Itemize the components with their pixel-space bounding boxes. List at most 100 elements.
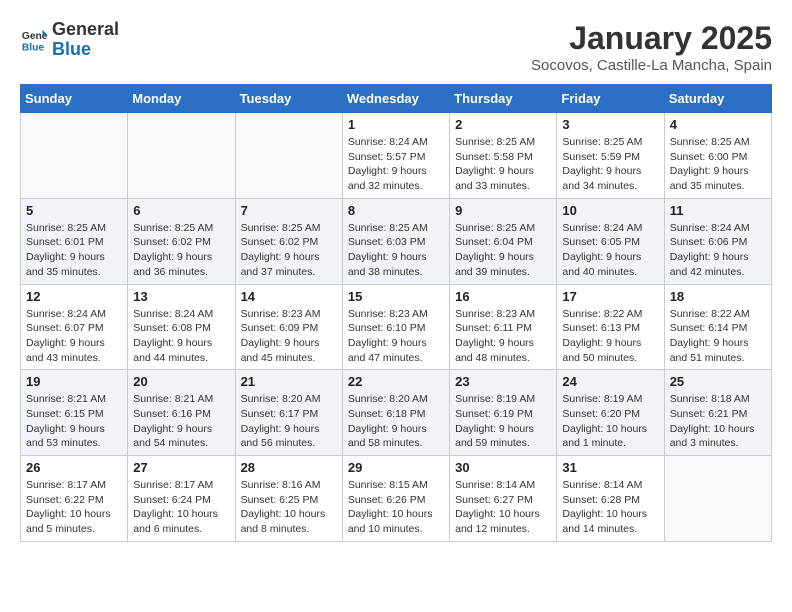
calendar-cell: 6 Sunrise: 8:25 AM Sunset: 6:02 PM Daylig…: [128, 198, 235, 284]
logo-general: General: [52, 20, 119, 40]
day-number: 31: [562, 460, 658, 475]
calendar-title: January 2025: [531, 20, 772, 57]
day-number: 12: [26, 289, 122, 304]
day-number: 14: [241, 289, 337, 304]
calendar-week-5: 26 Sunrise: 8:17 AM Sunset: 6:22 PM Dayli…: [21, 456, 772, 542]
weekday-header-saturday: Saturday: [664, 85, 771, 113]
calendar-cell: 21 Sunrise: 8:20 AM Sunset: 6:17 PM Dayli…: [235, 370, 342, 456]
day-number: 16: [455, 289, 551, 304]
calendar-cell: 12 Sunrise: 8:24 AM Sunset: 6:07 PM Dayli…: [21, 284, 128, 370]
day-number: 27: [133, 460, 229, 475]
calendar-cell: 15 Sunrise: 8:23 AM Sunset: 6:10 PM Dayli…: [342, 284, 449, 370]
calendar-cell: 18 Sunrise: 8:22 AM Sunset: 6:14 PM Dayli…: [664, 284, 771, 370]
calendar-cell: 7 Sunrise: 8:25 AM Sunset: 6:02 PM Daylig…: [235, 198, 342, 284]
day-number: 9: [455, 203, 551, 218]
calendar-week-2: 5Sunrise: 8:25 AM Sunset: 6:01 PM Daylig…: [21, 198, 772, 284]
day-info: Sunrise: 8:23 AM Sunset: 6:09 PM Dayligh…: [241, 307, 337, 366]
logo-blue: Blue: [52, 40, 119, 60]
day-info: Sunrise: 8:25 AM Sunset: 6:02 PM Dayligh…: [133, 221, 229, 280]
day-info: Sunrise: 8:14 AM Sunset: 6:27 PM Dayligh…: [455, 478, 551, 537]
day-info: Sunrise: 8:21 AM Sunset: 6:15 PM Dayligh…: [26, 392, 122, 451]
calendar-week-4: 19 Sunrise: 8:21 AM Sunset: 6:15 PM Dayli…: [21, 370, 772, 456]
day-info: Sunrise: 8:25 AM Sunset: 6:02 PM Dayligh…: [241, 221, 337, 280]
calendar-cell: [21, 113, 128, 199]
day-info: Sunrise: 8:15 AM Sunset: 6:26 PM Dayligh…: [348, 478, 444, 537]
day-number: 25: [670, 374, 766, 389]
weekday-header-sunday: Sunday: [21, 85, 128, 113]
calendar-cell: 20 Sunrise: 8:21 AM Sunset: 6:16 PM Dayli…: [128, 370, 235, 456]
calendar-cell: 1Sunrise: 8:24 AM Sunset: 5:57 PM Daylig…: [342, 113, 449, 199]
day-number: 21: [241, 374, 337, 389]
day-number: 22: [348, 374, 444, 389]
day-number: 19: [26, 374, 122, 389]
calendar-cell: [664, 456, 771, 542]
calendar-cell: [128, 113, 235, 199]
calendar-cell: 10 Sunrise: 8:24 AM Sunset: 6:05 PM Dayli…: [557, 198, 664, 284]
logo-icon: General Blue: [20, 26, 48, 54]
day-info: Sunrise: 8:18 AM Sunset: 6:21 PM Dayligh…: [670, 392, 766, 451]
day-info: Sunrise: 8:19 AM Sunset: 6:20 PM Dayligh…: [562, 392, 658, 451]
calendar-cell: 9 Sunrise: 8:25 AM Sunset: 6:04 PM Daylig…: [450, 198, 557, 284]
day-number: 5: [26, 203, 122, 218]
calendar-cell: 5Sunrise: 8:25 AM Sunset: 6:01 PM Daylig…: [21, 198, 128, 284]
calendar-cell: 3 Sunrise: 8:25 AM Sunset: 5:59 PM Daylig…: [557, 113, 664, 199]
day-number: 3: [562, 117, 658, 132]
day-info: Sunrise: 8:17 AM Sunset: 6:22 PM Dayligh…: [26, 478, 122, 537]
day-info: Sunrise: 8:22 AM Sunset: 6:13 PM Dayligh…: [562, 307, 658, 366]
day-number: 29: [348, 460, 444, 475]
day-info: Sunrise: 8:21 AM Sunset: 6:16 PM Dayligh…: [133, 392, 229, 451]
calendar-body: 1Sunrise: 8:24 AM Sunset: 5:57 PM Daylig…: [21, 113, 772, 542]
calendar-cell: 31Sunrise: 8:14 AM Sunset: 6:28 PM Dayli…: [557, 456, 664, 542]
day-info: Sunrise: 8:20 AM Sunset: 6:17 PM Dayligh…: [241, 392, 337, 451]
calendar-cell: 26 Sunrise: 8:17 AM Sunset: 6:22 PM Dayli…: [21, 456, 128, 542]
calendar-cell: [235, 113, 342, 199]
day-info: Sunrise: 8:22 AM Sunset: 6:14 PM Dayligh…: [670, 307, 766, 366]
day-info: Sunrise: 8:25 AM Sunset: 6:00 PM Dayligh…: [670, 135, 766, 194]
calendar-cell: 24 Sunrise: 8:19 AM Sunset: 6:20 PM Dayli…: [557, 370, 664, 456]
calendar-header: SundayMondayTuesdayWednesdayThursdayFrid…: [21, 85, 772, 113]
calendar-week-3: 12 Sunrise: 8:24 AM Sunset: 6:07 PM Dayli…: [21, 284, 772, 370]
weekday-header-tuesday: Tuesday: [235, 85, 342, 113]
day-info: Sunrise: 8:24 AM Sunset: 6:05 PM Dayligh…: [562, 221, 658, 280]
day-info: Sunrise: 8:25 AM Sunset: 6:04 PM Dayligh…: [455, 221, 551, 280]
day-info: Sunrise: 8:24 AM Sunset: 6:06 PM Dayligh…: [670, 221, 766, 280]
day-number: 30: [455, 460, 551, 475]
day-number: 20: [133, 374, 229, 389]
day-number: 8: [348, 203, 444, 218]
calendar-cell: 2 Sunrise: 8:25 AM Sunset: 5:58 PM Daylig…: [450, 113, 557, 199]
day-info: Sunrise: 8:25 AM Sunset: 5:58 PM Dayligh…: [455, 135, 551, 194]
day-number: 2: [455, 117, 551, 132]
calendar-cell: 29 Sunrise: 8:15 AM Sunset: 6:26 PM Dayli…: [342, 456, 449, 542]
calendar-cell: 11 Sunrise: 8:24 AM Sunset: 6:06 PM Dayli…: [664, 198, 771, 284]
calendar-table: SundayMondayTuesdayWednesdayThursdayFrid…: [20, 84, 772, 542]
day-info: Sunrise: 8:23 AM Sunset: 6:10 PM Dayligh…: [348, 307, 444, 366]
day-info: Sunrise: 8:25 AM Sunset: 5:59 PM Dayligh…: [562, 135, 658, 194]
calendar-cell: 19 Sunrise: 8:21 AM Sunset: 6:15 PM Dayli…: [21, 370, 128, 456]
day-number: 4: [670, 117, 766, 132]
calendar-cell: 30 Sunrise: 8:14 AM Sunset: 6:27 PM Dayli…: [450, 456, 557, 542]
calendar-cell: 13Sunrise: 8:24 AM Sunset: 6:08 PM Dayli…: [128, 284, 235, 370]
day-number: 10: [562, 203, 658, 218]
day-number: 17: [562, 289, 658, 304]
weekday-header-wednesday: Wednesday: [342, 85, 449, 113]
day-number: 24: [562, 374, 658, 389]
calendar-cell: 27 Sunrise: 8:17 AM Sunset: 6:24 PM Dayli…: [128, 456, 235, 542]
day-number: 6: [133, 203, 229, 218]
calendar-cell: 25 Sunrise: 8:18 AM Sunset: 6:21 PM Dayli…: [664, 370, 771, 456]
title-block: January 2025 Socovos, Castille-La Mancha…: [531, 20, 772, 74]
day-number: 13: [133, 289, 229, 304]
day-number: 18: [670, 289, 766, 304]
day-number: 1: [348, 117, 444, 132]
calendar-cell: 14 Sunrise: 8:23 AM Sunset: 6:09 PM Dayli…: [235, 284, 342, 370]
day-info: Sunrise: 8:23 AM Sunset: 6:11 PM Dayligh…: [455, 307, 551, 366]
day-number: 28: [241, 460, 337, 475]
weekday-header-monday: Monday: [128, 85, 235, 113]
day-info: Sunrise: 8:24 AM Sunset: 6:07 PM Dayligh…: [26, 307, 122, 366]
weekday-header-friday: Friday: [557, 85, 664, 113]
day-number: 11: [670, 203, 766, 218]
day-number: 7: [241, 203, 337, 218]
calendar-cell: 17 Sunrise: 8:22 AM Sunset: 6:13 PM Dayli…: [557, 284, 664, 370]
day-info: Sunrise: 8:17 AM Sunset: 6:24 PM Dayligh…: [133, 478, 229, 537]
day-number: 26: [26, 460, 122, 475]
day-number: 15: [348, 289, 444, 304]
